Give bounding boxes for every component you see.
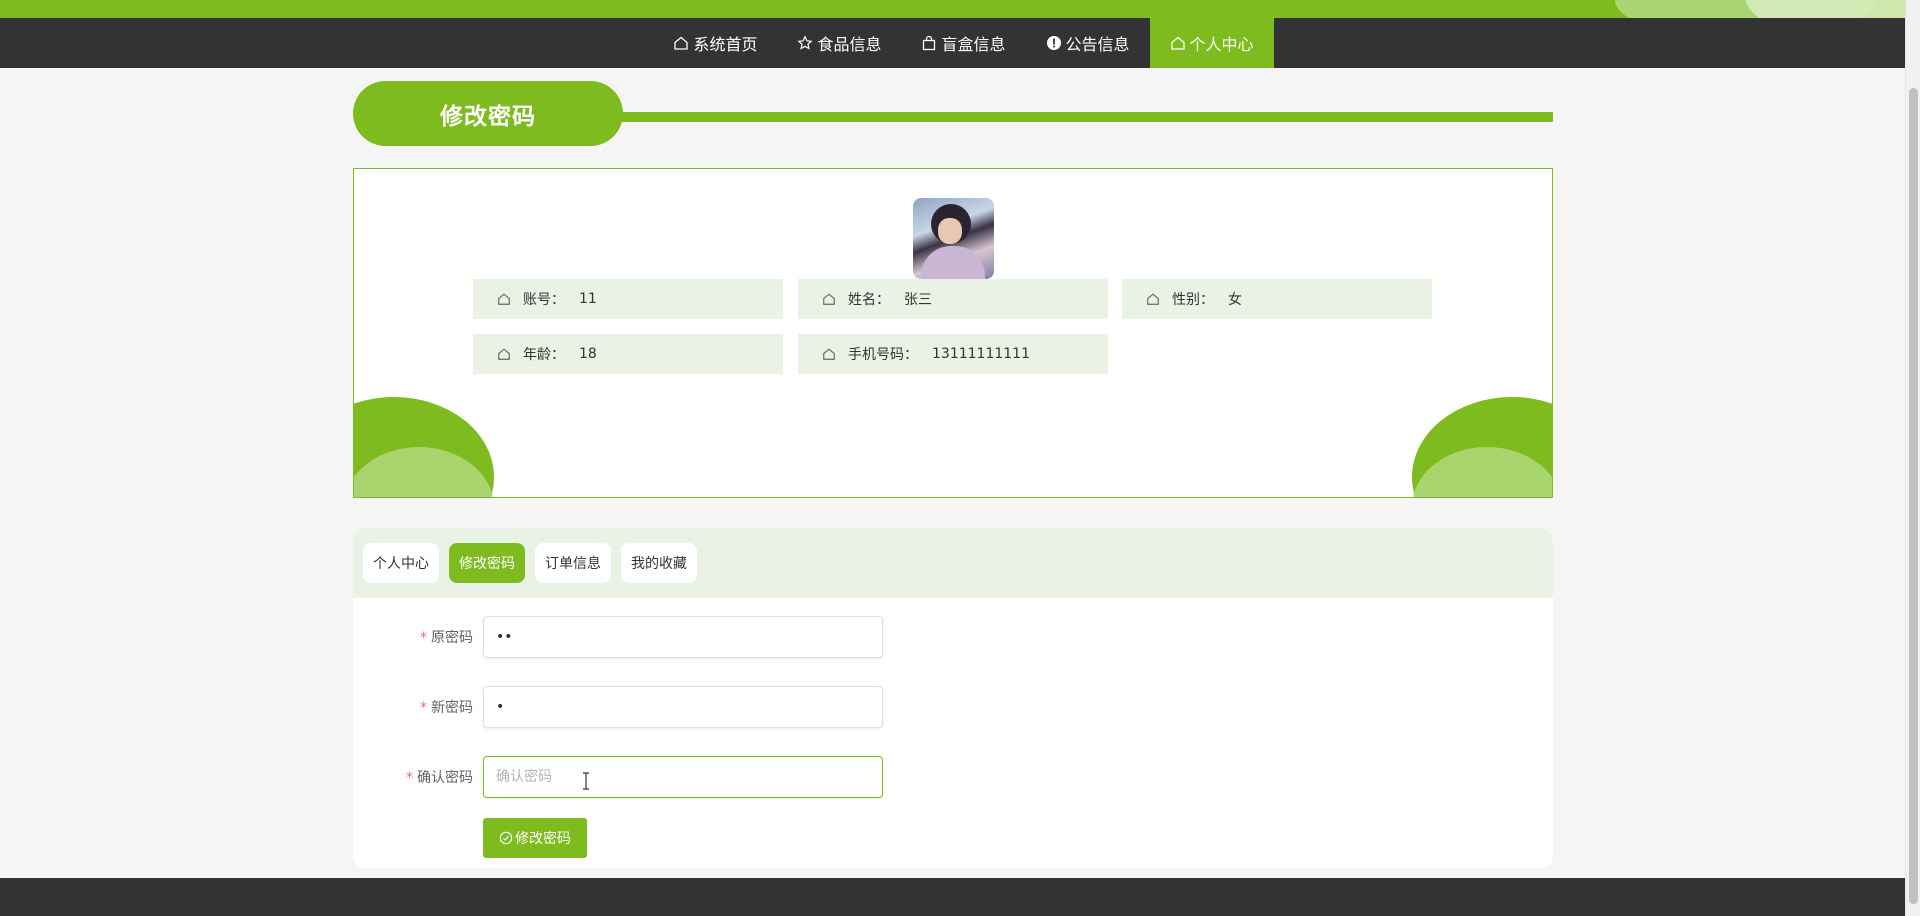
form-row-confirm-password: * 确认密码 xyxy=(353,756,1153,798)
new-password-input[interactable] xyxy=(483,686,883,728)
center-tabs: 个人中心 修改密码 订单信息 我的收藏 xyxy=(353,528,1553,598)
new-password-label: * 新密码 xyxy=(353,697,483,717)
info-label: 手机号码： xyxy=(848,347,918,363)
info-label: 性别： xyxy=(1172,292,1214,308)
new-password-label-text: 新密码 xyxy=(431,700,473,716)
avatar xyxy=(913,198,994,279)
nav-item-blindbox[interactable]: 盲盒信息 xyxy=(901,18,1025,68)
avatar-face xyxy=(938,218,962,244)
old-password-label: * 原密码 xyxy=(353,627,483,647)
profile-card: 账号： 11 姓名： 张三 性别： 女 年龄： 18 手机号码： 1311111… xyxy=(353,168,1553,498)
change-password-button-label: 修改密码 xyxy=(515,831,571,847)
info-label: 年龄： xyxy=(523,347,565,363)
confirm-password-input[interactable] xyxy=(483,756,883,798)
house-icon xyxy=(822,292,836,306)
info-label: 姓名： xyxy=(848,292,890,308)
old-password-input[interactable] xyxy=(483,616,883,658)
info-age: 年龄： 18 xyxy=(473,334,783,374)
tab-orders[interactable]: 订单信息 xyxy=(535,543,611,583)
required-mark: * xyxy=(406,770,413,786)
info-label: 账号： xyxy=(523,292,565,308)
text-cursor-icon xyxy=(583,772,589,790)
section-title: 修改密码 xyxy=(353,81,1553,146)
nav-item-label: 盲盒信息 xyxy=(941,35,1006,54)
house-icon xyxy=(673,35,689,51)
decorative-curve xyxy=(1745,0,1905,18)
house-icon xyxy=(1146,292,1160,306)
house-icon xyxy=(497,347,511,361)
nav-item-label: 系统首页 xyxy=(693,35,758,54)
required-mark: * xyxy=(420,630,427,646)
bag-icon xyxy=(921,35,937,51)
tab-change-password[interactable]: 修改密码 xyxy=(449,543,525,583)
info-value: 张三 xyxy=(904,292,932,308)
nav-item-personal-center[interactable]: 个人中心 xyxy=(1149,18,1274,68)
main-navbar: 系统首页 食品信息 盲盒信息 公告信息 个人中心 xyxy=(0,18,1905,68)
alert-icon xyxy=(1046,35,1062,51)
house-icon xyxy=(497,292,511,306)
nav-item-food[interactable]: 食品信息 xyxy=(777,18,901,68)
change-password-button[interactable]: 修改密码 xyxy=(483,818,587,858)
nav-item-home[interactable]: 系统首页 xyxy=(653,18,777,68)
page-title: 修改密码 xyxy=(353,81,623,146)
info-account: 账号： 11 xyxy=(473,279,783,319)
house-icon xyxy=(822,347,836,361)
avatar-body xyxy=(921,246,985,279)
info-value: 女 xyxy=(1228,292,1242,308)
confirm-password-label-text: 确认密码 xyxy=(417,770,473,786)
nav-item-notice[interactable]: 公告信息 xyxy=(1026,18,1150,68)
info-gender: 性别： 女 xyxy=(1122,279,1432,319)
old-password-label-text: 原密码 xyxy=(431,630,473,646)
check-circle-icon xyxy=(499,831,513,845)
title-underline xyxy=(613,112,1553,122)
info-value: 13111111111 xyxy=(932,346,1030,362)
nav-item-label: 公告信息 xyxy=(1065,35,1130,54)
page-scrollbar[interactable] xyxy=(1905,0,1920,916)
info-phone: 手机号码： 13111111111 xyxy=(798,334,1108,374)
house-icon xyxy=(1170,35,1186,51)
confirm-password-label: * 确认密码 xyxy=(353,767,483,787)
required-mark: * xyxy=(420,700,427,716)
star-icon xyxy=(797,35,814,51)
tab-favorites[interactable]: 我的收藏 xyxy=(621,543,697,583)
scrollbar-thumb[interactable] xyxy=(1909,88,1918,904)
tab-personal-center[interactable]: 个人中心 xyxy=(363,543,439,583)
info-value: 18 xyxy=(579,346,597,362)
nav-item-label: 个人中心 xyxy=(1189,35,1254,54)
info-value: 11 xyxy=(579,291,597,307)
form-row-old-password: * 原密码 xyxy=(353,616,1153,658)
form-row-new-password: * 新密码 xyxy=(353,686,1153,728)
password-form-card: 个人中心 修改密码 订单信息 我的收藏 * 原密码 * 新密码 * 确认密码 修改密码 xyxy=(353,528,1553,868)
top-accent-strip xyxy=(0,0,1905,18)
footer xyxy=(0,878,1905,916)
nav-item-label: 食品信息 xyxy=(817,35,882,54)
info-name: 姓名： 张三 xyxy=(798,279,1108,319)
